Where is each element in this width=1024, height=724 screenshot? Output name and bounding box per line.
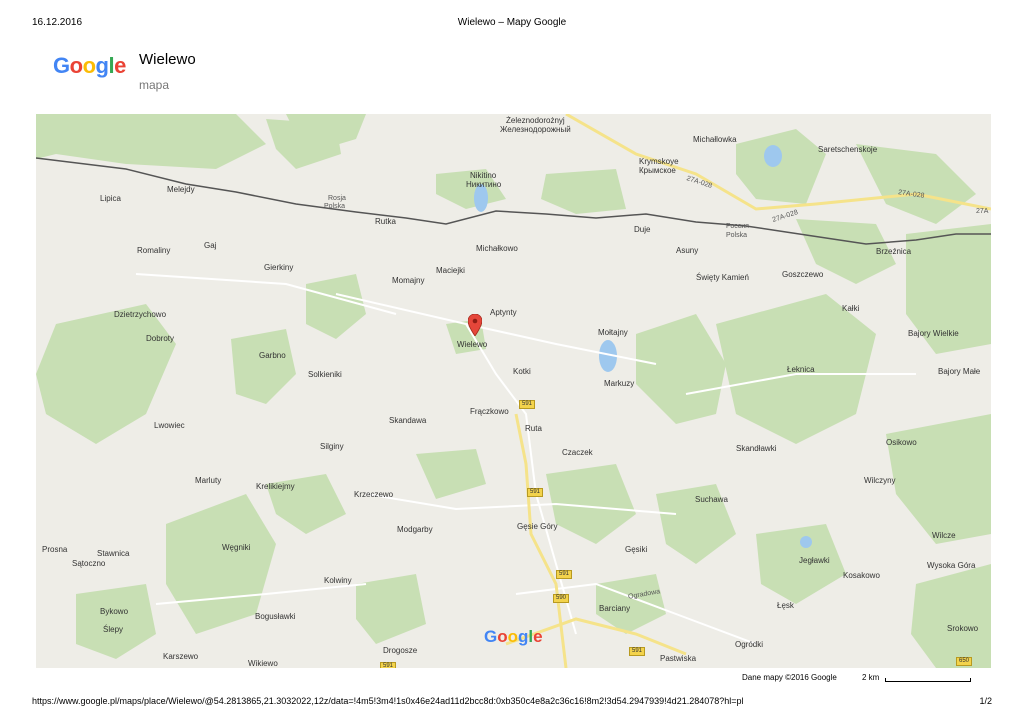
google-logo[interactable]: Google: [53, 53, 126, 79]
label-wysoka-gora: Wysoka Góra: [927, 561, 976, 570]
label-markuzy: Markuzy: [604, 379, 635, 388]
label-bajory-male: Bajory Małe: [938, 367, 981, 376]
label-skandawa: Skandawa: [389, 416, 427, 425]
label-dobroty: Dobroty: [146, 334, 175, 343]
page-number: 1/2: [979, 696, 992, 706]
label-saretschenskoje: Saretschenskoje: [818, 145, 878, 154]
label-asuny: Asuny: [676, 246, 699, 255]
label-ruta: Ruta: [525, 424, 542, 433]
road-shield-591: 591: [556, 570, 573, 579]
label-nikitino: Nikitino: [470, 171, 497, 180]
label-zheleznodorozhny-ru: Железнодорожный: [500, 125, 571, 134]
label-michalkowo: Michałkowo: [476, 244, 518, 253]
label-drogosze: Drogosze: [383, 646, 418, 655]
label-gesiki: Gęsiki: [625, 545, 648, 554]
label-srokowo: Srokowo: [947, 624, 979, 633]
label-rutka: Rutka: [375, 217, 396, 226]
road-shield-591: 591: [380, 662, 397, 668]
label-boguslawki: Bogusławki: [255, 612, 296, 621]
scale-bar: [885, 678, 971, 682]
label-moltajny: Mołtajny: [598, 328, 628, 337]
road-shield-591: 591: [519, 400, 536, 409]
label-krelikiejmy: Krelikiejmy: [256, 482, 295, 491]
label-kosakowo: Kosakowo: [843, 571, 880, 580]
map-google-logo: Google: [484, 627, 543, 646]
label-modgarby: Modgarby: [397, 525, 433, 534]
scale-label: 2 km: [862, 673, 880, 682]
label-leknica: Łeknica: [787, 365, 815, 374]
label-krzeczewo: Krzeczewo: [354, 490, 394, 499]
label-gierkiny: Gierkiny: [264, 263, 294, 272]
label-bajory-wielkie: Bajory Wielkie: [908, 329, 959, 338]
road-shield-650: 650: [956, 657, 973, 666]
label-bykowo: Bykowo: [100, 607, 129, 616]
map-terrain: [36, 114, 991, 668]
label-kotki: Kotki: [513, 367, 531, 376]
label-zheleznodorozhny: Żeleznodorożnyj: [506, 116, 565, 125]
label-dzietrzychowo: Dzietrzychowo: [114, 310, 167, 319]
label-silginy: Silginy: [320, 442, 344, 451]
print-title: Wielewo – Mapy Google: [457, 17, 567, 28]
label-skandlawki: Skandławki: [736, 444, 777, 453]
label-fraczkowo: Frączkowo: [470, 407, 509, 416]
road-shield-590: 590: [553, 594, 570, 603]
label-momajny: Momajny: [392, 276, 425, 285]
label-romaliny: Romaliny: [137, 246, 171, 255]
forest-areas: [36, 114, 991, 668]
label-garbno: Garbno: [259, 351, 286, 360]
label-krymskoye-ru: Крымское: [639, 166, 676, 175]
label-polska-right: Polska: [726, 232, 748, 239]
label-wielewo: Wielewo: [457, 340, 488, 349]
label-jeglawki: Jegławki: [799, 556, 830, 565]
road-label-27a: 27A: [976, 208, 989, 215]
label-satoczno: Sątoczno: [72, 559, 106, 568]
road-shield-591: 591: [629, 647, 646, 656]
label-lipica: Lipica: [100, 194, 121, 203]
label-duje: Duje: [634, 225, 651, 234]
label-suchawa: Suchawa: [695, 495, 728, 504]
label-swiety-kamien: Święty Kamień: [696, 273, 749, 282]
label-brzeznica: Brzeźnica: [876, 247, 912, 256]
label-pastwiska: Pastwiska: [660, 654, 697, 663]
label-wikiewo: Wikiewo: [248, 659, 278, 668]
label-marluty: Marluty: [195, 476, 222, 485]
label-krymskoye: Krymskoye: [639, 157, 679, 166]
label-wilczyny: Wilczyny: [864, 476, 896, 485]
place-name: Wielewo: [139, 51, 196, 68]
label-gaj: Gaj: [204, 241, 217, 250]
label-kalki: Kałki: [842, 304, 860, 313]
label-gesie-gory: Gęsie Góry: [517, 522, 558, 531]
label-ogrodki: Ogródki: [735, 640, 764, 649]
label-solkieniki: Solkieniki: [308, 370, 342, 379]
label-stawnica: Stawnica: [97, 549, 130, 558]
label-maciejki: Maciejki: [436, 266, 465, 275]
footer-url: https://www.google.pl/maps/place/Wielewo…: [32, 696, 744, 706]
label-rossija: Россия: [726, 223, 749, 230]
label-michalowka: Michałlowka: [693, 135, 737, 144]
label-czaczek: Czaczek: [562, 448, 593, 457]
map-attribution: Dane mapy ©2016 Google: [742, 673, 837, 682]
label-lesk: Łęsk: [777, 601, 794, 610]
label-prosna: Prosna: [42, 545, 68, 554]
label-slepy: Ślepy: [103, 625, 124, 634]
label-nikitino-ru: Никитино: [466, 180, 502, 189]
label-melejdy: Melejdy: [167, 185, 195, 194]
label-wegniki: Węgniki: [222, 543, 251, 552]
label-goszczewo: Goszczewo: [782, 270, 824, 279]
road-shield-591: 591: [527, 488, 544, 497]
label-aptynty: Aptynty: [490, 308, 517, 317]
label-osikowo: Osikowo: [886, 438, 917, 447]
label-lwowiec: Lwowiec: [154, 421, 185, 430]
label-wilcze: Wilcze: [932, 531, 956, 540]
map-pin-icon[interactable]: [468, 314, 482, 336]
label-barciany: Barciany: [599, 604, 631, 613]
place-type: mapa: [139, 78, 170, 92]
map-canvas[interactable]: Żeleznodorożnyj Железнодорожный Michałlo…: [36, 114, 991, 668]
label-kolwiny: Kolwiny: [324, 576, 352, 585]
label-polska-left: Polska: [324, 203, 346, 210]
label-karszewo: Karszewo: [163, 652, 199, 661]
